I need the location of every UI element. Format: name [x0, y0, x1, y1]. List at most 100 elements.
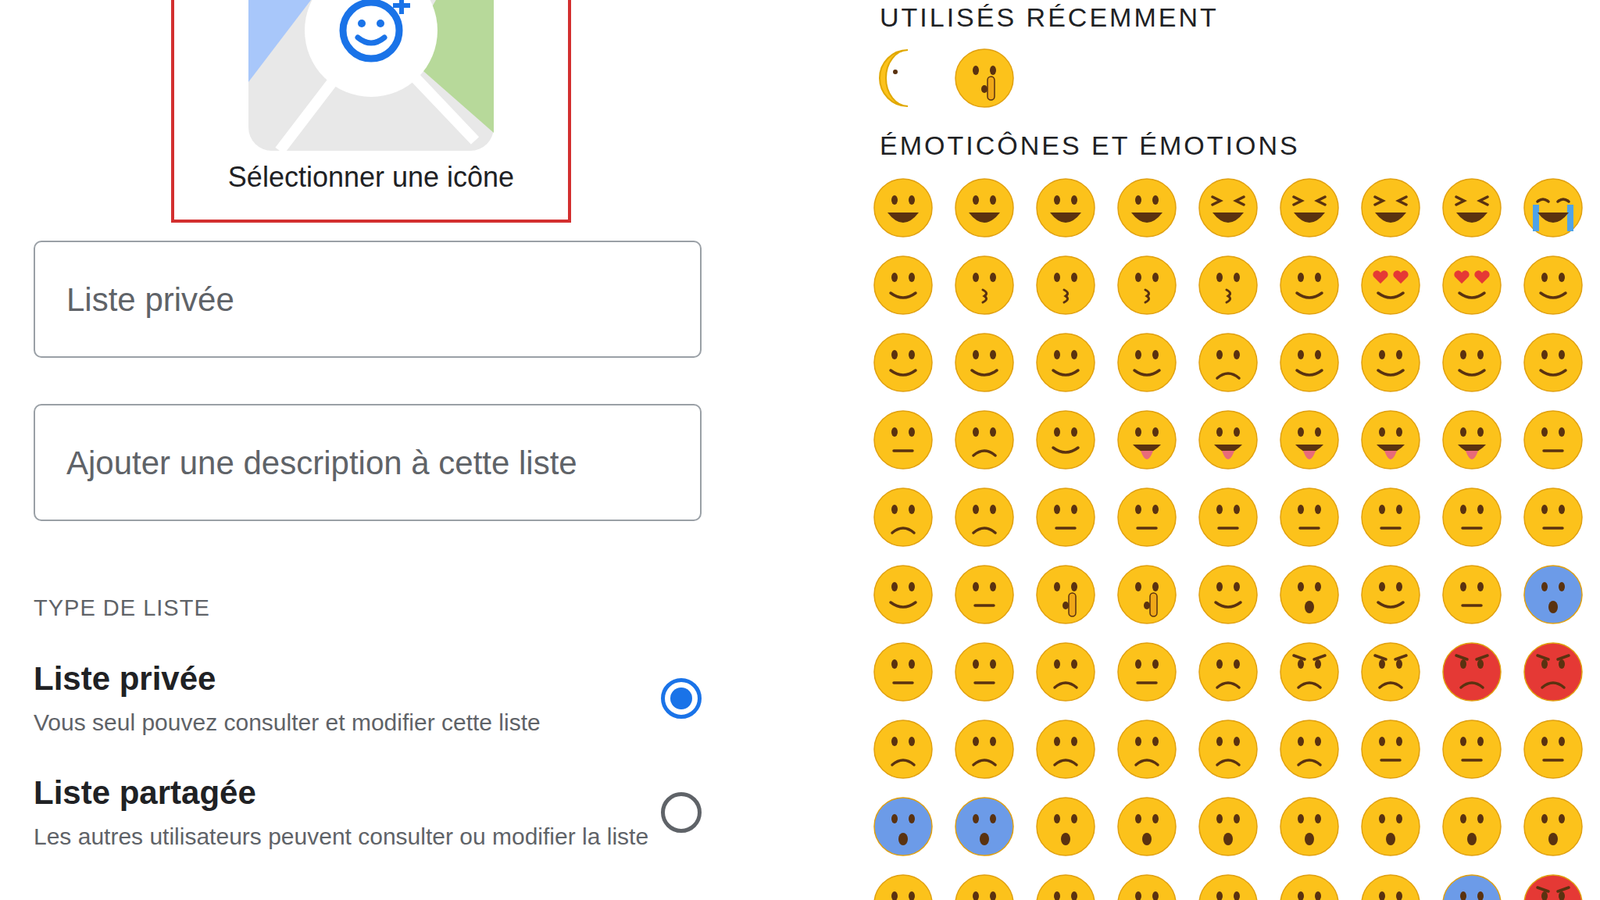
emoji-button[interactable] — [1521, 795, 1585, 858]
emoji-button[interactable] — [871, 253, 935, 317]
emoji-button[interactable] — [1278, 640, 1341, 704]
list-type-option[interactable]: Liste privéeVous seul pouvez consulter e… — [33, 658, 702, 739]
emoji-row — [871, 872, 1600, 900]
emoji-button[interactable] — [1440, 253, 1504, 317]
emoji-button[interactable] — [1196, 563, 1260, 626]
emoji-button[interactable] — [1278, 872, 1341, 900]
emoji-button[interactable] — [1034, 640, 1097, 704]
icon-picker[interactable]: Sélectionner une icône — [171, 0, 572, 223]
emoji-button[interactable] — [1034, 176, 1097, 240]
emoji-button[interactable] — [871, 408, 935, 472]
emoji-button[interactable] — [1359, 717, 1422, 781]
radio-button[interactable] — [660, 678, 702, 719]
emoji-button[interactable] — [1521, 408, 1585, 472]
name-field[interactable]: Liste privée — [33, 240, 702, 358]
emoji-button[interactable] — [871, 795, 935, 858]
emoji-button[interactable] — [1359, 253, 1422, 317]
description-field[interactable]: Ajouter une description à cette liste — [33, 403, 702, 522]
emoji-button[interactable] — [1115, 176, 1179, 240]
emoji-button[interactable] — [953, 640, 1016, 704]
emoji-button[interactable] — [1115, 872, 1179, 900]
emoji-button[interactable] — [953, 408, 1016, 472]
emoji-button[interactable] — [1359, 872, 1422, 900]
emoji-button[interactable] — [953, 563, 1016, 626]
emoji-button[interactable] — [1278, 563, 1341, 626]
emoji-button[interactable] — [1115, 253, 1179, 317]
emoji-button[interactable] — [1440, 485, 1504, 549]
emoji-button[interactable] — [1521, 563, 1585, 626]
emoji-button[interactable] — [1521, 717, 1585, 781]
emoji-button[interactable] — [953, 795, 1016, 858]
emoji-button[interactable] — [1278, 176, 1341, 240]
emoji-button[interactable] — [1440, 640, 1504, 704]
emoji-button[interactable] — [1196, 795, 1260, 858]
emoji-button[interactable] — [1278, 331, 1341, 394]
emoji-button[interactable] — [1196, 176, 1260, 240]
emoji-button[interactable] — [1034, 563, 1097, 626]
emoji-button[interactable] — [1278, 795, 1341, 858]
emoji-button[interactable] — [1359, 563, 1422, 626]
emoji-button[interactable] — [1521, 253, 1585, 317]
emoji-button[interactable] — [1521, 485, 1585, 549]
emoji-button[interactable] — [953, 46, 1016, 110]
emoji-button[interactable] — [1521, 872, 1585, 900]
emoji-button[interactable] — [1278, 485, 1341, 549]
emoji-button[interactable] — [871, 640, 935, 704]
emoji-button[interactable] — [1359, 408, 1422, 472]
emoji-button[interactable] — [1521, 176, 1585, 240]
emoji-button[interactable] — [1440, 795, 1504, 858]
emoji-button[interactable] — [1115, 795, 1179, 858]
emoji-button[interactable] — [1034, 253, 1097, 317]
emoji-button[interactable] — [1115, 717, 1179, 781]
emoji-button[interactable] — [1359, 176, 1422, 240]
emoji-button[interactable] — [871, 563, 935, 626]
emoji-button[interactable] — [1521, 331, 1585, 394]
emoji-button[interactable] — [953, 872, 1016, 900]
emoji-button[interactable] — [1196, 640, 1260, 704]
emoji-button[interactable] — [1034, 795, 1097, 858]
emoji-button[interactable] — [1196, 331, 1260, 394]
emoji-button[interactable] — [1359, 485, 1422, 549]
emoji-button[interactable] — [1440, 563, 1504, 626]
emoji-button[interactable] — [1278, 717, 1341, 781]
emoji-button[interactable] — [871, 176, 935, 240]
emoji-button[interactable] — [871, 872, 935, 900]
emoji-button[interactable] — [1440, 408, 1504, 472]
emoji-button[interactable] — [871, 485, 935, 549]
emoji-button[interactable] — [953, 717, 1016, 781]
emoji-button[interactable] — [871, 331, 935, 394]
emoji-button[interactable] — [1034, 408, 1097, 472]
emoji-button[interactable] — [953, 485, 1016, 549]
emoji-button[interactable] — [1115, 485, 1179, 549]
emoji-button[interactable] — [1115, 331, 1179, 394]
emoji-button[interactable] — [1278, 253, 1341, 317]
emoji-button[interactable] — [1278, 408, 1341, 472]
emoji-button[interactable] — [1196, 717, 1260, 781]
emoji-button[interactable] — [871, 46, 935, 110]
emoji-button[interactable] — [1359, 640, 1422, 704]
list-type-option[interactable]: Liste partagéeLes autres utilisateurs pe… — [33, 772, 702, 853]
emoji-button[interactable] — [1115, 408, 1179, 472]
emoji-button[interactable] — [1034, 717, 1097, 781]
emoji-button[interactable] — [1115, 640, 1179, 704]
emoji-button[interactable] — [1440, 331, 1504, 394]
emoji-button[interactable] — [871, 717, 935, 781]
emoji-button[interactable] — [1034, 485, 1097, 549]
emoji-button[interactable] — [1440, 717, 1504, 781]
emoji-button[interactable] — [1034, 872, 1097, 900]
emoji-button[interactable] — [1196, 485, 1260, 549]
emoji-button[interactable] — [1196, 253, 1260, 317]
emoji-button[interactable] — [1359, 331, 1422, 394]
emoji-button[interactable] — [1196, 408, 1260, 472]
emoji-button[interactable] — [1196, 872, 1260, 900]
emoji-button[interactable] — [953, 331, 1016, 394]
emoji-button[interactable] — [1440, 872, 1504, 900]
emoji-button[interactable] — [953, 176, 1016, 240]
radio-button[interactable] — [660, 792, 702, 833]
emoji-button[interactable] — [1359, 795, 1422, 858]
emoji-button[interactable] — [1034, 331, 1097, 394]
emoji-button[interactable] — [1440, 176, 1504, 240]
emoji-button[interactable] — [953, 253, 1016, 317]
emoji-button[interactable] — [1115, 563, 1179, 626]
emoji-button[interactable] — [1521, 640, 1585, 704]
